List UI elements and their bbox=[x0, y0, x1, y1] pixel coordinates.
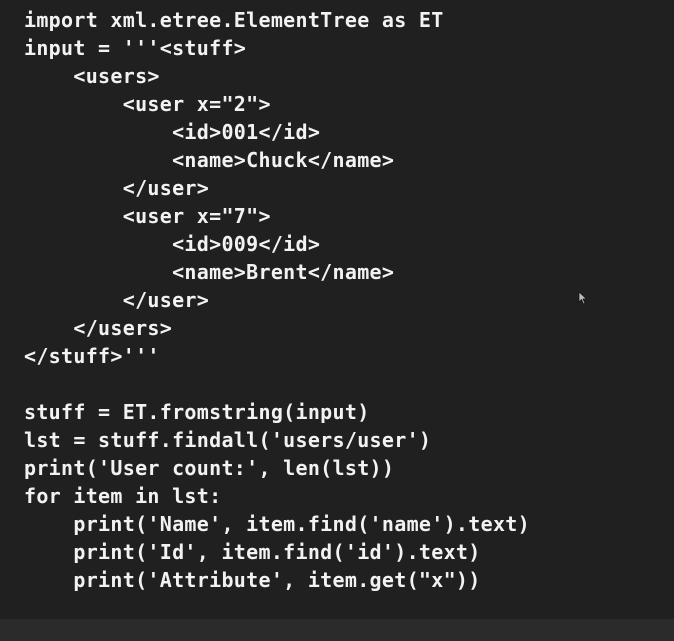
code-line-5: <id>001</id> bbox=[24, 120, 321, 144]
code-line-13: </stuff>''' bbox=[24, 344, 160, 368]
code-line-6: <name>Chuck</name> bbox=[24, 148, 395, 172]
code-line-2: input = '''<stuff> bbox=[24, 36, 247, 60]
code-line-18: for item in lst: bbox=[24, 484, 222, 508]
code-line-11: </user> bbox=[24, 288, 210, 312]
code-line-10: <name>Brent</name> bbox=[24, 260, 395, 284]
code-line-8: <user x="7"> bbox=[24, 204, 271, 228]
code-slide: import xml.etree.ElementTree as ET input… bbox=[0, 0, 674, 641]
mouse-pointer-icon bbox=[578, 291, 588, 305]
code-line-16: lst = stuff.findall('users/user') bbox=[24, 428, 432, 452]
code-line-20: print('Id', item.find('id').text) bbox=[24, 540, 481, 564]
code-line-7: </user> bbox=[24, 176, 210, 200]
code-line-4: <user x="2"> bbox=[24, 92, 271, 116]
code-line-19: print('Name', item.find('name').text) bbox=[24, 512, 530, 536]
code-line-21: print('Attribute', item.get("x")) bbox=[24, 568, 481, 592]
code-block: import xml.etree.ElementTree as ET input… bbox=[24, 6, 530, 594]
code-line-3: <users> bbox=[24, 64, 160, 88]
code-line-9: <id>009</id> bbox=[24, 232, 321, 256]
code-line-12: </users> bbox=[24, 316, 173, 340]
code-line-1: import xml.etree.ElementTree as ET bbox=[24, 8, 444, 32]
bottom-bar bbox=[0, 619, 674, 641]
code-line-15: stuff = ET.fromstring(input) bbox=[24, 400, 370, 424]
code-line-17: print('User count:', len(lst)) bbox=[24, 456, 395, 480]
